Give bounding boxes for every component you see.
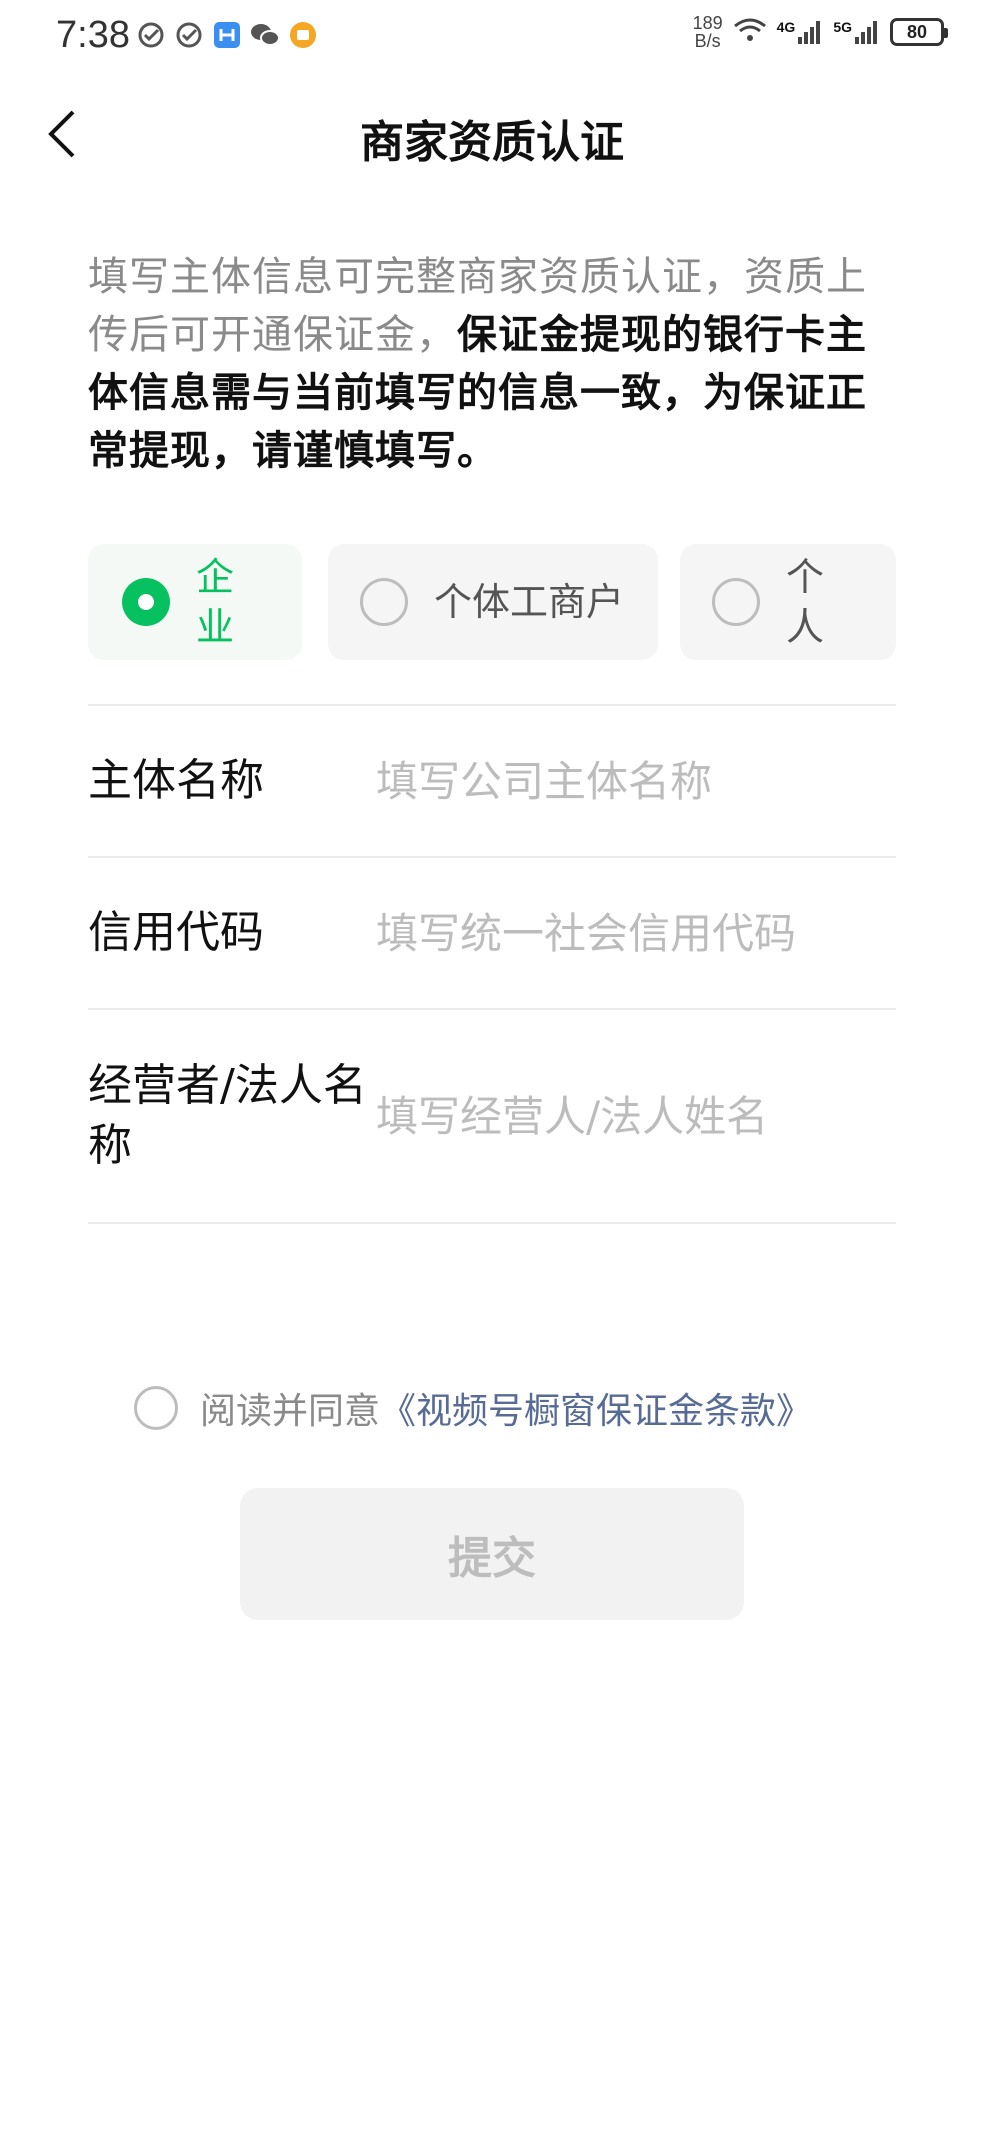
credit-code-label: 信用代码 (88, 907, 264, 958)
entity-type-enterprise[interactable]: 企业 (88, 544, 302, 660)
battery-level: 80 (906, 21, 928, 42)
page-title: 商家资质认证 (360, 117, 624, 168)
notification-icons (136, 20, 318, 50)
form-row-credit-code: 信用代码 (88, 858, 896, 1008)
credit-code-input[interactable] (376, 908, 896, 958)
wechat-icon (250, 20, 280, 50)
signal-type-label: 4G (776, 19, 796, 35)
entity-type-label: 企业 (196, 555, 235, 649)
entity-name-input[interactable] (376, 756, 896, 806)
radio-unselected-icon (712, 578, 760, 626)
entity-type-selector: 企业 个体工商户 个人 (88, 544, 896, 660)
divider (88, 1222, 896, 1224)
radio-unselected-icon (360, 578, 408, 626)
signal-icon: 5G (833, 19, 880, 45)
status-time: 7:38 (56, 14, 130, 56)
check-circle-icon (174, 20, 204, 50)
form-row-legal-person: 经营者/法人名称 (88, 1010, 896, 1222)
network-speed-value: 189 (692, 13, 723, 33)
agreement-prefix: 阅读并同意 (200, 1391, 381, 1432)
wifi-icon (733, 16, 767, 48)
entity-type-label: 个体工商户 (434, 580, 625, 624)
form-row-entity-name: 主体名称 (88, 706, 896, 856)
network-speed-unit: B/s (694, 31, 721, 51)
intro-text: 填写主体信息可完整商家资质认证，资质上传后可开通保证金，保证金提现的银行卡主体信… (88, 248, 900, 480)
battery-icon: 80 (890, 18, 948, 46)
legal-person-label: 经营者/法人名称 (88, 1060, 367, 1171)
submit-button[interactable]: 提交 (240, 1488, 744, 1620)
check-circle-icon (136, 20, 166, 50)
agreement-row: 阅读并同意 《视频号橱窗保证金条款》 (134, 1382, 812, 1434)
legal-person-input[interactable] (376, 1091, 896, 1141)
entity-type-individual-business[interactable]: 个体工商户 (328, 544, 658, 660)
nav-bar: 商家资质认证 (0, 88, 984, 178)
app-notification-icon (212, 20, 242, 50)
agreement-checkbox[interactable] (134, 1386, 178, 1430)
radio-selected-icon (122, 578, 170, 626)
qualification-form: 主体名称 信用代码 经营者/法人名称 (88, 704, 896, 1224)
status-bar: 7:38 189 B/s 4G 5G 80 (0, 0, 984, 72)
signal-type-label: 5G (833, 19, 852, 35)
app-notification-icon (288, 20, 318, 50)
entity-type-label: 个人 (786, 555, 825, 649)
system-status: 189 B/s 4G 5G 80 (693, 14, 948, 50)
entity-name-label: 主体名称 (88, 755, 264, 806)
signal-icon: 4G (777, 19, 824, 45)
entity-type-personal[interactable]: 个人 (680, 544, 896, 660)
network-speed: 189 B/s (693, 14, 723, 50)
agreement-terms-link[interactable]: 《视频号橱窗保证金条款》 (380, 1382, 812, 1434)
